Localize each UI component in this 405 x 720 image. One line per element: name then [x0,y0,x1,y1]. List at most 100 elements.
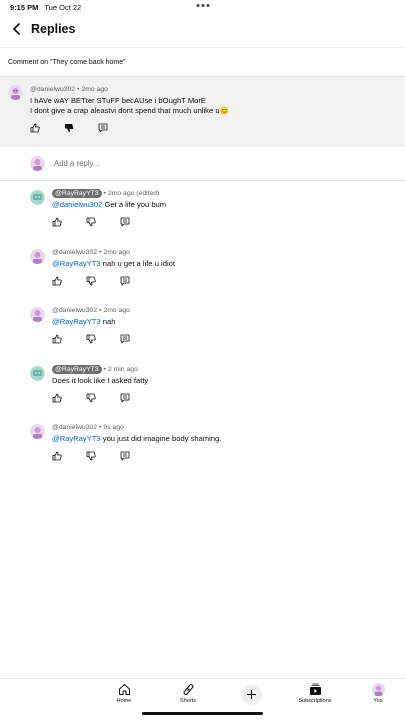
nav-you[interactable]: You [358,683,398,704]
mention-link[interactable]: @RayRayYT3 [52,434,101,443]
mention-link[interactable]: @danielwu302 [52,200,102,209]
list-item: @danielwu302 • 2mo ago @RayRayYT3 nah [30,306,405,365]
reply-comment-icon [120,334,130,344]
thumbs-down-filled-icon [65,124,74,132]
reply-button[interactable] [120,216,138,228]
reply-button[interactable] [120,333,138,345]
add-reply-input[interactable] [54,159,254,168]
nav-subscriptions-label: Subscriptions [298,698,332,704]
dislike-button[interactable] [86,392,104,404]
dislike-button[interactable] [64,122,82,134]
comment-author-badge[interactable]: @RayRayYT3 [52,364,102,374]
nav-shorts-label: Shorts [180,698,196,704]
comment-text-body: Does it look like I asked fatty [52,375,149,385]
reply-comment-icon [120,217,130,227]
comment-text: @RayRayYT3 nah u get a life u idiot [52,259,405,269]
comment-age: 2mo ago [81,86,108,93]
thumbs-up-icon [52,451,62,461]
comment-text-body: nah [100,317,116,326]
comment-author[interactable]: @danielwu302 [52,307,97,314]
emoji-smile: 😊 [219,106,230,115]
comment-text: I hAVe wAY BETter STuFF becAUse i bOughT… [30,96,397,116]
dislike-button[interactable] [86,275,104,287]
mention-link[interactable]: @RayRayYT3 [52,317,101,326]
status-time: 9:15 PM [10,2,39,12]
nav-shorts[interactable]: Shorts [168,683,208,704]
comment-age: 2mo ago (edited) [107,190,160,197]
list-item: @RayRayYT3 • 2 min ago Does it look like I… [30,364,405,424]
shorts-icon [183,684,193,695]
status-date: Tue Oct 22 [44,2,82,12]
avatar[interactable] [30,248,45,264]
avatar[interactable] [30,156,45,171]
avatar [371,683,385,696]
home-icon [118,684,130,695]
thumbs-down-icon [86,393,96,402]
nav-home-label: Home [116,698,132,704]
thumbs-down-icon [86,451,96,461]
header: Replies [0,14,405,44]
comment-author[interactable]: @danielwu302 [52,424,97,431]
comment-author-badge[interactable]: @RayRayYT3 [52,189,102,198]
avatar[interactable] [30,424,45,439]
page-title: Replies [31,22,76,36]
dislike-button[interactable] [86,333,104,345]
avatar[interactable] [8,85,23,100]
nav-subscriptions[interactable]: Subscriptions [295,683,335,704]
reply-button[interactable] [120,450,138,462]
reply-button[interactable] [120,275,138,287]
thumbs-up-icon [52,276,62,285]
comment-author[interactable]: @danielwu302 [30,86,75,93]
list-item: @RayRayYT3 • 2mo ago (edited) @danielwu302… [30,189,405,248]
like-button[interactable] [52,275,70,287]
thumbs-down-icon [86,217,96,227]
like-button[interactable] [52,333,70,345]
reply-comment-icon [98,123,108,133]
like-button[interactable] [30,122,48,134]
reply-button[interactable] [98,122,116,134]
home-indicator[interactable] [142,712,263,715]
list-item: @danielwu302 • 0s ago @RayRayYT3 you just … [30,423,405,482]
comment-age: 2 min ago [107,365,138,373]
nav-you-label: You [373,698,383,704]
comment-text-body: Get a life you bum [102,200,167,209]
status-bar: 9:15 PM Tue Oct 22 [0,0,405,14]
replies-list: @RayRayYT3 • 2mo ago (edited) @danielwu302… [0,181,405,482]
like-button[interactable] [52,216,70,228]
avatar[interactable] [30,365,45,381]
thumbs-down-icon [86,334,96,344]
thumbs-up-icon [52,334,62,344]
add-reply-bar [0,147,405,181]
list-item: @danielwu302 • 2mo ago @RayRayYT3 nah u ge… [30,248,405,307]
thumbs-up-icon [52,217,62,227]
thumbs-down-icon [86,276,96,285]
like-button[interactable] [52,450,70,462]
dislike-button[interactable] [86,450,104,462]
avatar[interactable] [30,307,45,322]
nav-home[interactable]: Home [104,683,144,704]
comment-text: @danielwu302 Get a life you bum [52,200,405,210]
comment-context: Comment on “They come back home” [0,47,405,77]
comment-text-line-2: I dont give a crap aleastvi dont spend t… [30,106,220,115]
comment-text-line-1: I hAVe wAY BETter STuFF becAUse i bOughT… [30,96,206,105]
comment-age: 2mo ago [103,307,130,314]
dislike-button[interactable] [86,216,104,228]
comment-text: @RayRayYT3 you just did imagine body sha… [52,434,405,444]
mention-link[interactable]: @RayRayYT3 [52,259,101,268]
avatar[interactable] [30,190,45,205]
comment-text-body: you just did imagine body shaming. [100,434,222,443]
reply-comment-icon [120,276,130,285]
comment-age: 2mo ago [103,248,130,256]
comment-age: 0s ago [103,424,124,431]
comment-author[interactable]: @danielwu302 [52,249,97,256]
reply-comment-icon [120,393,130,402]
comment-text: @RayRayYT3 nah [52,317,405,327]
parent-comment: @danielwu302 • 2mo ago I hAVe wAY BETter S… [0,77,405,147]
multitasking-dots-icon[interactable] [196,4,209,7]
reply-comment-icon [120,451,130,461]
reply-button[interactable] [120,392,138,404]
like-button[interactable] [52,392,70,404]
back-arrow-icon[interactable] [9,21,25,37]
thumbs-up-icon [52,393,62,402]
create-button[interactable] [241,684,262,705]
